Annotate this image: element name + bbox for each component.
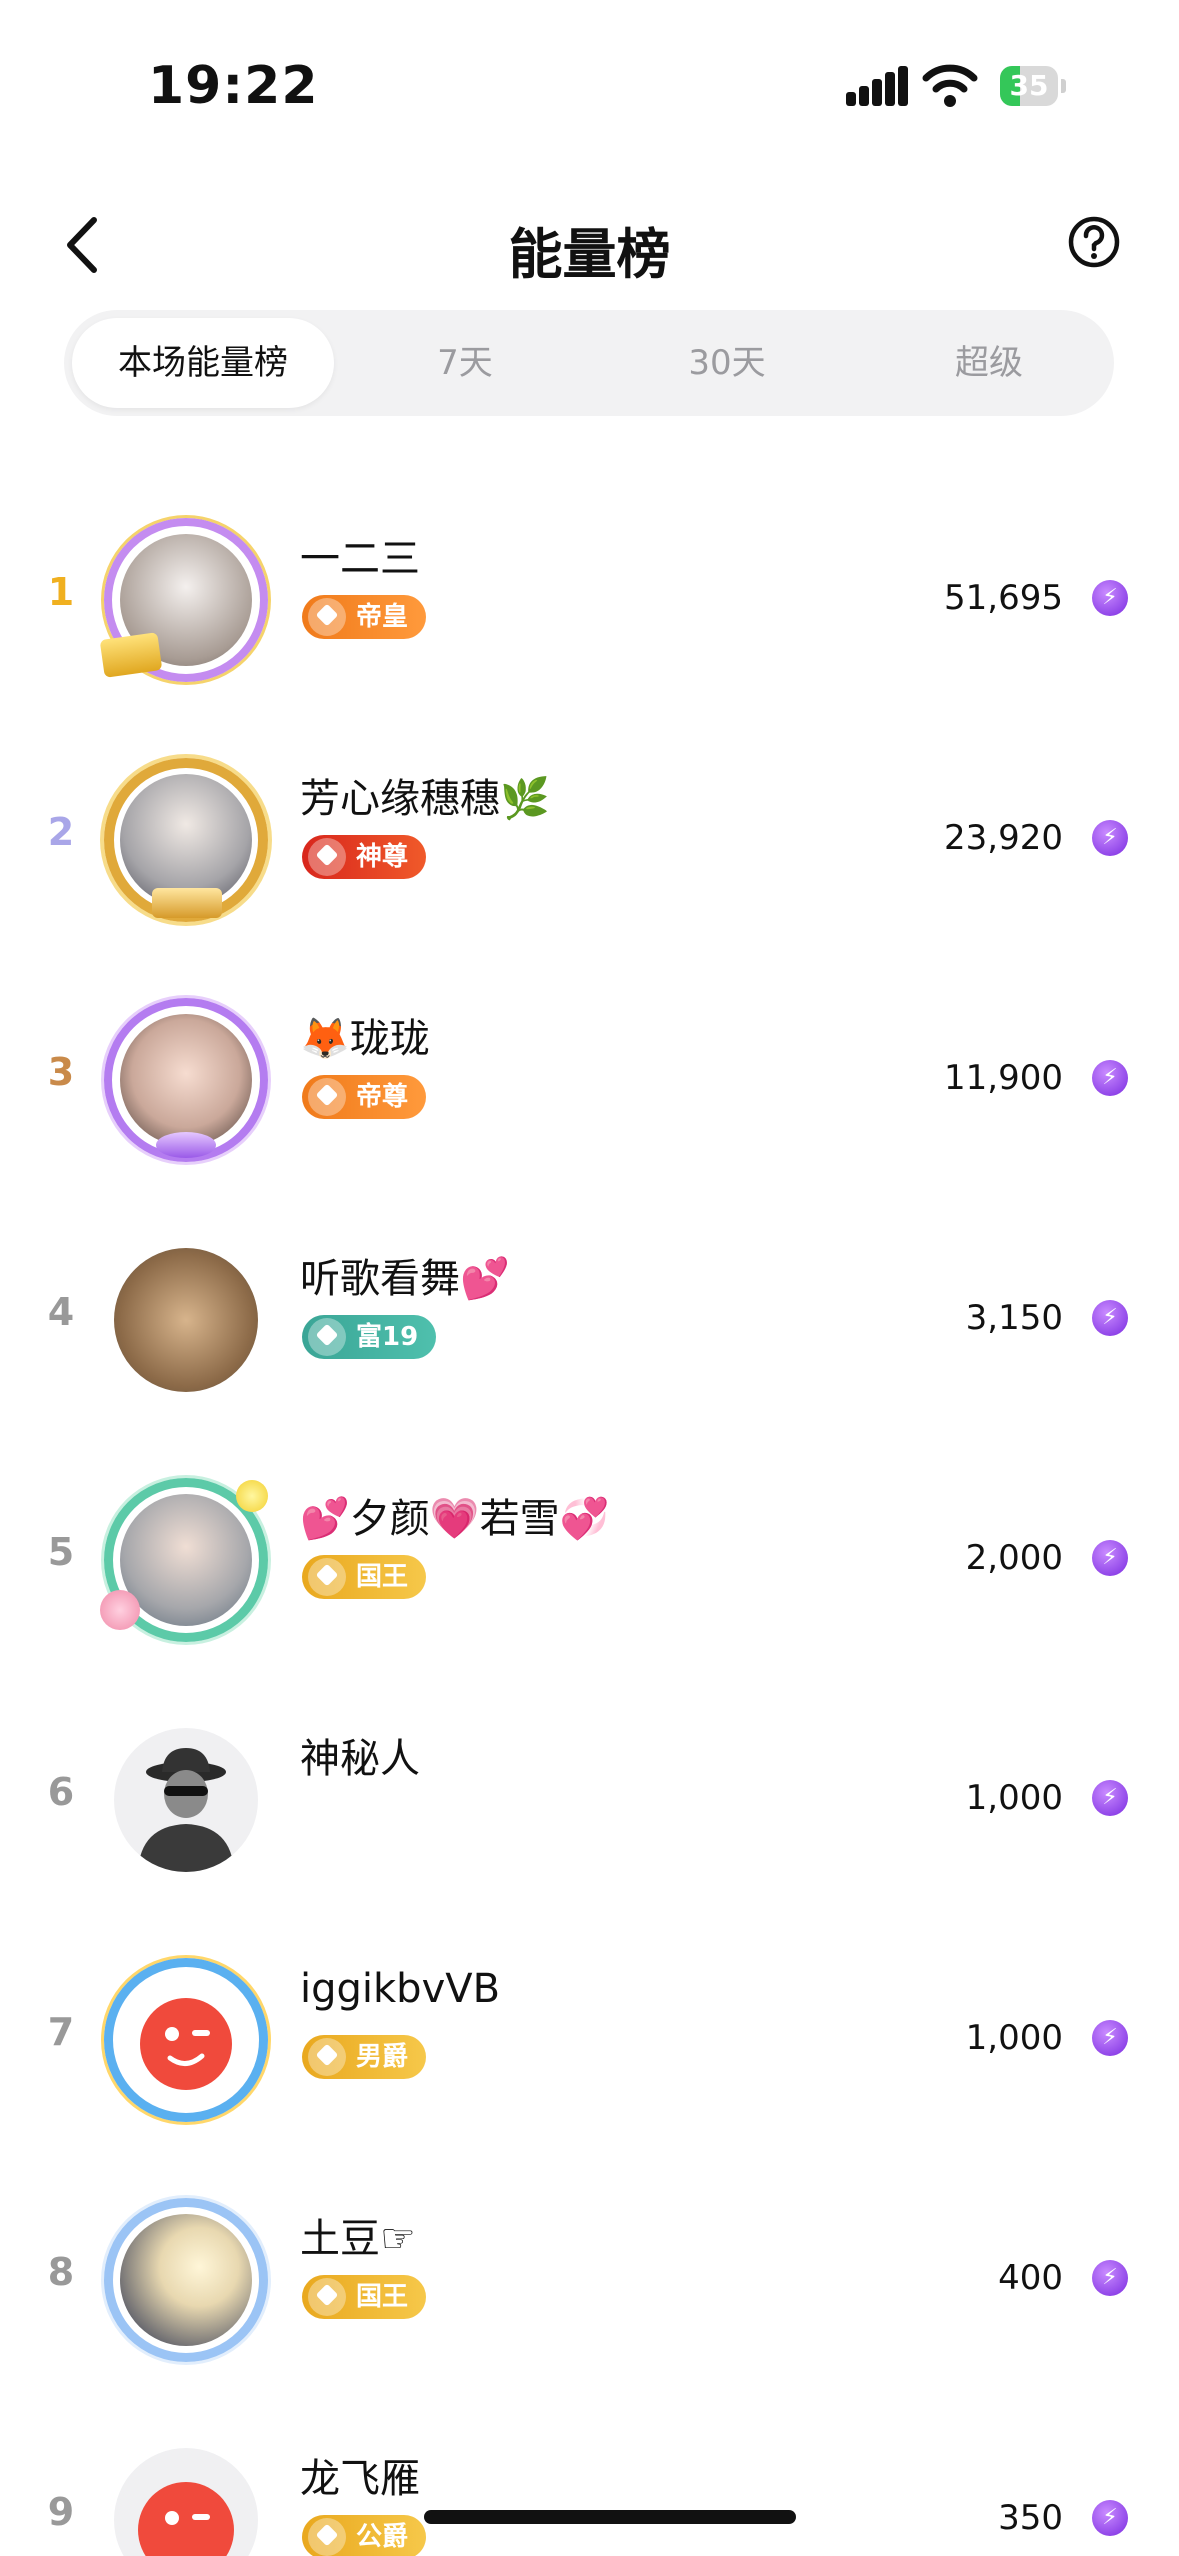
list-item[interactable]: 7 iggikbvVB 男爵 1,000 xyxy=(0,1920,1179,2160)
level-badge: 神尊 xyxy=(302,835,427,879)
mascot-face-icon xyxy=(138,2482,234,2556)
list-item[interactable]: 5 💕夕颜💗若雪💞 国王 2,000 xyxy=(0,1440,1179,1680)
rank-number: 6 xyxy=(47,1770,75,1814)
avatar[interactable] xyxy=(96,1710,276,1890)
tab-30-days[interactable]: 30天 xyxy=(596,318,858,408)
status-bar: 19:22 35 xyxy=(0,0,1179,170)
energy-score: 350 xyxy=(998,2498,1063,2538)
level-badge: 帝皇 xyxy=(302,595,427,639)
energy-icon xyxy=(1092,1540,1128,1576)
energy-score: 3,150 xyxy=(965,1298,1063,1338)
level-badge: 富19 xyxy=(302,1315,437,1359)
rank-number: 5 xyxy=(47,1530,75,1574)
avatar[interactable] xyxy=(96,510,276,690)
level-badge: 帝尊 xyxy=(302,1075,427,1119)
energy-score: 400 xyxy=(998,2258,1063,2298)
energy-score: 51,695 xyxy=(944,578,1063,618)
energy-score: 11,900 xyxy=(944,1058,1063,1098)
avatar[interactable] xyxy=(96,2430,276,2556)
list-item[interactable]: 6 神秘人 1,000 xyxy=(0,1680,1179,1920)
rank-number: 3 xyxy=(47,1050,75,1094)
mystery-person-icon xyxy=(138,1748,234,1872)
wifi-icon xyxy=(922,62,978,108)
rank-number: 8 xyxy=(47,2250,75,2294)
energy-icon xyxy=(1092,1300,1128,1336)
level-badge: 国王 xyxy=(302,2275,427,2319)
list-item[interactable]: 1 一二三 帝皇 51,695 xyxy=(0,480,1179,720)
list-item[interactable]: 9 龙飞雁 公爵 350 xyxy=(0,2400,1179,2556)
level-badge: 公爵 xyxy=(302,2515,427,2556)
energy-score: 2,000 xyxy=(965,1538,1063,1578)
user-name: 💕夕颜💗若雪💞 xyxy=(300,1496,610,1542)
user-name: 一二三 xyxy=(300,536,420,582)
avatar[interactable] xyxy=(96,2190,276,2370)
tab-7-days[interactable]: 7天 xyxy=(334,318,596,408)
avatar[interactable] xyxy=(96,1950,276,2130)
level-badge: 男爵 xyxy=(302,2035,427,2079)
energy-icon xyxy=(1092,2260,1128,2296)
rank-number: 1 xyxy=(47,570,75,614)
home-indicator[interactable] xyxy=(424,2510,796,2524)
list-item[interactable]: 8 土豆☞ 国王 400 xyxy=(0,2160,1179,2400)
help-button[interactable] xyxy=(1068,216,1120,268)
rank-number: 7 xyxy=(47,2010,75,2054)
energy-score: 1,000 xyxy=(965,2018,1063,2058)
cellular-signal-icon xyxy=(846,66,908,106)
energy-ranking-page: 19:22 35 能量榜 本场能量榜 7天 30天 超级 1 一二三 帝皇 51… xyxy=(0,0,1179,2556)
tab-this-session[interactable]: 本场能量榜 xyxy=(72,318,334,408)
user-name: 神秘人 xyxy=(300,1736,420,1782)
user-name: 龙飞雁 xyxy=(300,2456,420,2502)
energy-score: 1,000 xyxy=(965,1778,1063,1818)
energy-icon xyxy=(1092,580,1128,616)
user-name: 🦊珑珑 xyxy=(300,1016,430,1062)
nav-header: 能量榜 xyxy=(0,190,1179,300)
tab-super[interactable]: 超级 xyxy=(858,318,1120,408)
energy-score: 23,920 xyxy=(944,818,1063,858)
rank-number: 2 xyxy=(47,810,75,854)
avatar[interactable] xyxy=(96,750,276,930)
user-name: 芳心缘穗穗🌿 xyxy=(300,776,550,822)
question-circle-icon xyxy=(1068,216,1120,268)
ranking-tabs: 本场能量榜 7天 30天 超级 xyxy=(64,310,1114,416)
list-item[interactable]: 4 听歌看舞💕 富19 3,150 xyxy=(0,1200,1179,1440)
page-title: 能量榜 xyxy=(508,223,671,286)
energy-icon xyxy=(1092,2020,1128,2056)
energy-icon xyxy=(1092,2500,1128,2536)
avatar[interactable] xyxy=(96,1230,276,1410)
battery-icon: 35 xyxy=(1000,66,1066,106)
energy-icon xyxy=(1092,820,1128,856)
list-item[interactable]: 3 🦊珑珑 帝尊 11,900 xyxy=(0,960,1179,1200)
avatar[interactable] xyxy=(96,990,276,1170)
level-badge: 国王 xyxy=(302,1555,427,1599)
user-name: 听歌看舞💕 xyxy=(300,1256,510,1302)
status-time: 19:22 xyxy=(148,56,319,116)
energy-icon xyxy=(1092,1060,1128,1096)
rank-number: 9 xyxy=(47,2490,75,2534)
rank-number: 4 xyxy=(47,1290,75,1334)
user-name: iggikbvVB xyxy=(300,1966,501,2012)
battery-level: 35 xyxy=(1009,69,1049,102)
energy-icon xyxy=(1092,1780,1128,1816)
avatar[interactable] xyxy=(96,1470,276,1650)
list-item[interactable]: 2 芳心缘穗穗🌿 神尊 23,920 xyxy=(0,720,1179,960)
user-name: 土豆☞ xyxy=(300,2216,416,2262)
